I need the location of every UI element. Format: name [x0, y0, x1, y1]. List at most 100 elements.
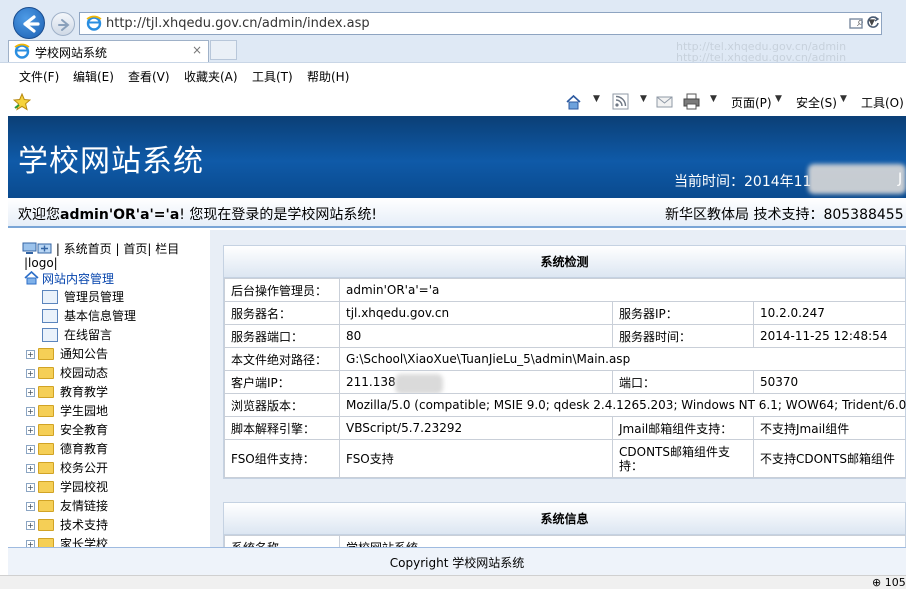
- welcome-suffix: ! 您现在登录的是学校网站系统!: [179, 207, 377, 223]
- tree-folder[interactable]: + 学生园地: [26, 402, 108, 420]
- compat-view-icon[interactable]: [848, 15, 864, 31]
- logo-link[interactable]: |logo|: [24, 256, 58, 270]
- chevron-down-icon[interactable]: ▼: [640, 94, 647, 104]
- url-text[interactable]: http://tjl.xhqedu.gov.cn/admin/index.asp: [106, 16, 370, 31]
- row-value: 学校网站系统: [339, 535, 906, 547]
- row-value: 80: [339, 324, 613, 348]
- safety-menu[interactable]: 安全(S): [796, 94, 837, 111]
- expand-icon[interactable]: +: [26, 464, 35, 473]
- row-value: FSO支持: [339, 439, 613, 478]
- expand-icon[interactable]: +: [26, 369, 35, 378]
- back-button[interactable]: [13, 7, 45, 39]
- tree-folder[interactable]: + 校园动态: [26, 364, 108, 382]
- row-value: 不支持Jmail组件: [752, 416, 906, 440]
- tree-folder-label: 友情链接: [60, 499, 109, 513]
- expand-icon[interactable]: +: [26, 540, 35, 547]
- tree-item-basic-info[interactable]: 基本信息管理: [26, 307, 136, 325]
- forward-button[interactable]: [51, 12, 75, 36]
- favorites-star-icon[interactable]: [13, 93, 31, 111]
- print-icon[interactable]: [683, 93, 700, 110]
- expand-icon[interactable]: +: [26, 407, 35, 416]
- expand-icon[interactable]: +: [26, 350, 35, 359]
- feeds-icon[interactable]: [612, 93, 629, 110]
- tree-folder[interactable]: + 学园校视: [26, 478, 108, 496]
- expand-icon[interactable]: +: [26, 426, 35, 435]
- folder-icon: [38, 367, 54, 379]
- address-bar[interactable]: http://tjl.xhqedu.gov.cn/admin/index.asp…: [79, 12, 882, 35]
- menu-view[interactable]: 查看(V): [128, 68, 170, 85]
- welcome-message: 欢迎您admin'OR'a'='a! 您现在登录的是学校网站系统!: [18, 204, 377, 224]
- tech-support: 新华区教体局 技术支持：805388455: [665, 207, 904, 223]
- welcome-prefix: 欢迎您: [18, 207, 60, 223]
- menu-file[interactable]: 文件(F): [19, 68, 59, 85]
- row-label: 服务器IP：: [612, 301, 754, 325]
- computer-icon[interactable]: [22, 242, 37, 255]
- tree-folder[interactable]: + 安全教育: [26, 421, 108, 439]
- sidebar: | 系统首页 | 首页| 栏目 |logo| 网站内容管理 管理员管理 基本信息…: [8, 230, 208, 547]
- row-value: Mozilla/5.0 (compatible; MSIE 9.0; qdesk…: [338, 393, 906, 417]
- refresh-icon[interactable]: [866, 15, 880, 29]
- tree-folder-label: 技术支持: [60, 518, 109, 532]
- tree-folder[interactable]: + 校务公开: [26, 459, 108, 477]
- document-icon: [42, 328, 58, 342]
- tree-folder-label: 安全教育: [60, 423, 109, 437]
- menu-tools[interactable]: 工具(T): [252, 68, 293, 85]
- expand-icon[interactable]: +: [26, 483, 35, 492]
- tree-folder[interactable]: + 教育教学: [26, 383, 108, 401]
- new-tab-button[interactable]: [210, 40, 237, 60]
- welcome-bar: 欢迎您admin'OR'a'='a! 您现在登录的是学校网站系统! 新华区教体局…: [8, 198, 906, 228]
- refresh-tree-icon[interactable]: [37, 242, 52, 255]
- row-label: 客户端IP：: [224, 370, 340, 394]
- expand-icon[interactable]: +: [26, 388, 35, 397]
- chevron-down-icon[interactable]: ▼: [840, 94, 847, 104]
- admin-username: admin'OR'a'='a: [60, 207, 180, 223]
- arrow-left-icon: [23, 15, 40, 33]
- row-value: 2014-11-25 12:48:54: [752, 324, 906, 348]
- menu-edit[interactable]: 编辑(E): [73, 68, 114, 85]
- table-row: 系统名称 学校网站系统: [224, 535, 906, 547]
- menu-favorites[interactable]: 收藏夹(A): [184, 68, 238, 85]
- row-label: 系统名称: [224, 535, 340, 547]
- row-label: 端口：: [612, 370, 754, 394]
- tree-folder[interactable]: + 家长学校: [26, 535, 108, 547]
- tab-row: 学校网站系统 × http://tel.xhqedu.gov.cn/admin …: [0, 40, 906, 63]
- expand-icon[interactable]: +: [26, 445, 35, 454]
- expand-icon[interactable]: +: [26, 521, 35, 530]
- menu-help[interactable]: 帮助(H): [307, 68, 349, 85]
- tree-item-admin[interactable]: 管理员管理: [26, 288, 124, 306]
- row-label: 服务器端口：: [224, 324, 340, 348]
- folder-icon: [38, 538, 54, 547]
- current-time: 当前时间：2014年11: [674, 174, 812, 190]
- zoom-level[interactable]: ⊕ 105: [872, 576, 906, 589]
- tab-title: 学校网站系统: [35, 46, 108, 60]
- chevron-down-icon[interactable]: ▼: [593, 94, 600, 104]
- tab-active[interactable]: 学校网站系统 ×: [8, 40, 209, 62]
- tree-item-label: 基本信息管理: [64, 309, 137, 323]
- tree-folder-label: 教育教学: [60, 385, 109, 399]
- sidebar-nav-links[interactable]: | 系统首页 | 首页| 栏目: [56, 242, 179, 256]
- panel-title: 系统检测: [224, 246, 905, 278]
- chevron-down-icon[interactable]: ▼: [710, 94, 717, 104]
- tree-folder[interactable]: + 技术支持: [26, 516, 108, 534]
- row-value: 211.138: [339, 370, 613, 394]
- expand-icon[interactable]: +: [26, 502, 35, 511]
- copyright: Copyright 学校网站系统: [389, 556, 525, 570]
- tree-folder[interactable]: + 德育教育: [26, 440, 108, 458]
- row-label: 后台操作管理员：: [224, 278, 340, 302]
- row-label: 脚本解释引擎：: [224, 416, 340, 440]
- tree-folder[interactable]: + 通知公告: [26, 345, 108, 363]
- tree-folder[interactable]: + 友情链接: [26, 497, 108, 515]
- system-check-table: 后台操作管理员： admin'OR'a'='a 服务器名： tjl.xhqedu…: [224, 278, 906, 478]
- tree-item-messages[interactable]: 在线留言: [26, 326, 112, 344]
- table-row: FSO组件支持： FSO支持 CDONTS邮箱组件支持： 不支持CDONTS邮箱…: [224, 439, 906, 478]
- close-icon[interactable]: ×: [192, 43, 202, 57]
- row-label: Jmail邮箱组件支持：: [612, 416, 754, 440]
- tree-root[interactable]: 网站内容管理: [24, 270, 114, 287]
- tools-menu[interactable]: 工具(O): [861, 94, 904, 111]
- ie-logo-icon: [86, 15, 102, 31]
- mail-icon[interactable]: [656, 93, 673, 110]
- table-row: 客户端IP： 211.138 端口： 50370: [224, 370, 906, 394]
- page-menu[interactable]: 页面(P): [731, 94, 772, 111]
- chevron-down-icon[interactable]: ▼: [775, 94, 782, 104]
- home-icon[interactable]: [565, 93, 582, 110]
